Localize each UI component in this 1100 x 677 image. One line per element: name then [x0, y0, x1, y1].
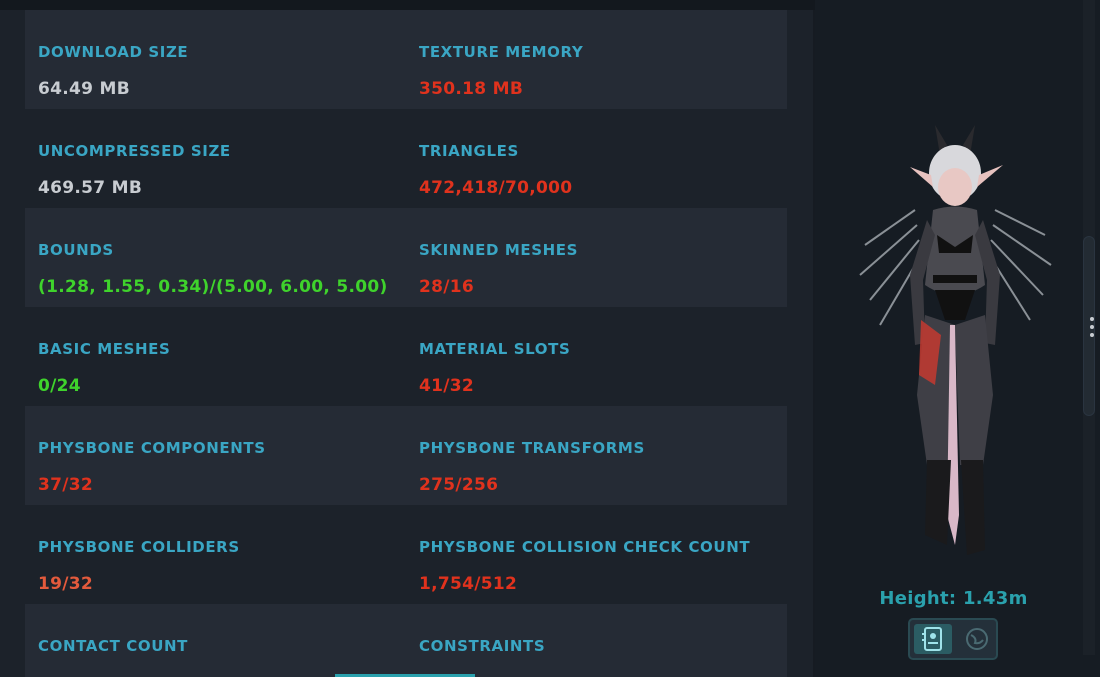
stat-contact-count: CONTACT COUNT: [38, 604, 408, 677]
stat-label: TRIANGLES: [419, 142, 519, 160]
stat-physbone-collision-check-count: PHYSBONE COLLISION CHECK COUNT 1,754/512: [419, 505, 779, 604]
performance-stats-panel: DOWNLOAD SIZE 64.49 MB TEXTURE MEMORY 35…: [0, 10, 813, 677]
view-mode-toggle: [908, 618, 998, 660]
stat-row: DOWNLOAD SIZE 64.49 MB TEXTURE MEMORY 35…: [25, 10, 787, 109]
stat-label: CONSTRAINTS: [419, 637, 546, 655]
avatar-height-label: Height: 1.43m: [879, 588, 1028, 609]
stat-label: CONTACT COUNT: [38, 637, 188, 655]
stat-value: 37/32: [38, 475, 94, 495]
top-bar: [0, 0, 815, 10]
stat-value: 472,418/70,000: [419, 178, 573, 198]
id-card-view-button[interactable]: [914, 624, 952, 654]
stat-label: MATERIAL SLOTS: [419, 340, 571, 358]
stat-label: BOUNDS: [38, 241, 114, 259]
stat-label: UNCOMPRESSED SIZE: [38, 142, 231, 160]
stat-label: PHYSBONE COMPONENTS: [38, 439, 266, 457]
id-card-icon: [922, 627, 942, 651]
globe-icon: [966, 628, 988, 650]
globe-view-button[interactable]: [958, 624, 996, 654]
stat-value: 28/16: [419, 277, 475, 297]
stat-label: PHYSBONE COLLISION CHECK COUNT: [419, 538, 751, 556]
stat-value: (1.28, 1.55, 0.34)/(5.00, 6.00, 5.00): [38, 277, 388, 297]
stat-row: BASIC MESHES 0/24 MATERIAL SLOTS 41/32: [25, 307, 787, 406]
avatar-model-preview[interactable]: [855, 115, 1055, 570]
stat-value: 64.49 MB: [38, 79, 130, 99]
stat-skinned-meshes: SKINNED MESHES 28/16: [419, 208, 779, 307]
avatar-figure-icon: [859, 125, 1052, 555]
stat-row: PHYSBONE COLLIDERS 19/32 PHYSBONE COLLIS…: [25, 505, 787, 604]
stat-material-slots: MATERIAL SLOTS 41/32: [419, 307, 779, 406]
stat-label: PHYSBONE TRANSFORMS: [419, 439, 645, 457]
stat-value: 19/32: [38, 574, 94, 594]
stat-value: 275/256: [419, 475, 499, 495]
stat-row: CONTACT COUNT CONSTRAINTS: [25, 604, 787, 677]
stat-value: 469.57 MB: [38, 178, 143, 198]
stat-row: PHYSBONE COMPONENTS 37/32 PHYSBONE TRANS…: [25, 406, 787, 505]
stat-label: PHYSBONE COLLIDERS: [38, 538, 240, 556]
stat-value: 350.18 MB: [419, 79, 524, 99]
stat-basic-meshes: BASIC MESHES 0/24: [38, 307, 408, 406]
stat-uncompressed-size: UNCOMPRESSED SIZE 469.57 MB: [38, 109, 408, 208]
stat-row: BOUNDS (1.28, 1.55, 0.34)/(5.00, 6.00, 5…: [25, 208, 787, 307]
stat-physbone-transforms: PHYSBONE TRANSFORMS 275/256: [419, 406, 779, 505]
stat-triangles: TRIANGLES 472,418/70,000: [419, 109, 779, 208]
stat-label: SKINNED MESHES: [419, 241, 579, 259]
drag-handle-icon: [1090, 317, 1094, 337]
avatar-preview-panel: Height: 1.43m: [815, 0, 1100, 677]
stat-value: 0/24: [38, 376, 81, 396]
stat-physbone-colliders: PHYSBONE COLLIDERS 19/32: [38, 505, 408, 604]
stat-label: DOWNLOAD SIZE: [38, 43, 189, 61]
stat-download-size: DOWNLOAD SIZE 64.49 MB: [38, 10, 408, 109]
stat-constraints: CONSTRAINTS: [419, 604, 779, 677]
stat-label: TEXTURE MEMORY: [419, 43, 584, 61]
stat-label: BASIC MESHES: [38, 340, 171, 358]
stat-texture-memory: TEXTURE MEMORY 350.18 MB: [419, 10, 779, 109]
stat-physbone-components: PHYSBONE COMPONENTS 37/32: [38, 406, 408, 505]
stat-value: 1,754/512: [419, 574, 518, 594]
stat-row: UNCOMPRESSED SIZE 469.57 MB TRIANGLES 47…: [25, 109, 787, 208]
stat-value: 41/32: [419, 376, 475, 396]
stat-bounds: BOUNDS (1.28, 1.55, 0.34)/(5.00, 6.00, 5…: [38, 208, 408, 307]
